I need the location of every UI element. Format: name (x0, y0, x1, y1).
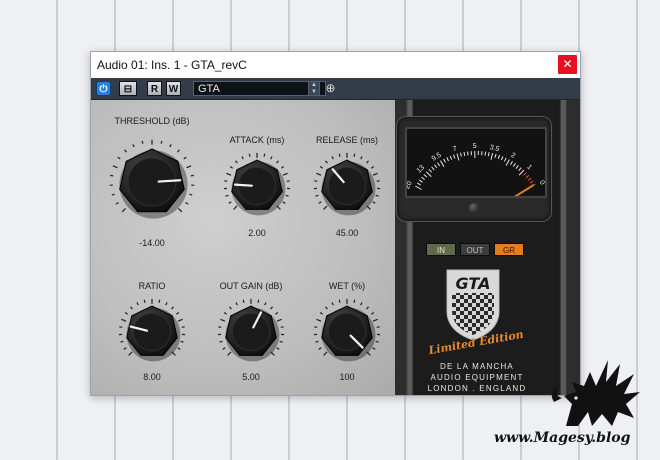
power-button[interactable]: ⏻ (96, 81, 111, 96)
bypass-button[interactable]: ⊟ (119, 81, 137, 96)
preset-menu-button[interactable]: ⊕ (323, 81, 338, 96)
power-icon: ⏻ (99, 84, 108, 95)
read-automation-button[interactable]: R (147, 81, 162, 96)
meter-scale-label: 2 (510, 152, 517, 160)
meter-scale-label: 20 (407, 180, 414, 190)
window-titlebar[interactable]: Audio 01: Ins. 1 - GTA_revC ✕ (91, 52, 580, 78)
plugin-window: Audio 01: Ins. 1 - GTA_revC ✕ ⏻ ⊟ R W GT… (90, 51, 581, 396)
gta-logo: GTA (446, 269, 500, 341)
meter-scale-label: 3.5 (489, 144, 500, 153)
wet-knob[interactable] (311, 296, 383, 368)
meter-scale-label: 7 (452, 145, 458, 153)
meter-gr-button[interactable]: GR (494, 243, 524, 256)
up-down-arrows-icon: ▲ ▼ (311, 82, 317, 95)
meter-zero-screw[interactable] (469, 203, 479, 213)
watermark-text: www.Magesy.blog (494, 430, 631, 446)
attack-label: ATTACK (ms) (229, 135, 285, 145)
control-panel: THRESHOLD (dB) -14.00 ATTACK (ms) 2.00 R… (91, 100, 395, 395)
plugin-interface: THRESHOLD (dB) -14.00 ATTACK (ms) 2.00 R… (91, 100, 580, 395)
ratio-label: RATIO (138, 281, 166, 291)
release-label: RELEASE (ms) (315, 135, 379, 145)
meter-rack: 20 13 9.5 7 5 3.5 2 1 0 IN OUT GR GTA Li… (395, 100, 580, 395)
plugin-toolbar: ⏻ ⊟ R W GTA ▲ ▼ ⊕ (91, 78, 580, 100)
preset-stepper[interactable]: ▲ ▼ (308, 81, 320, 96)
release-knob[interactable] (311, 150, 383, 222)
vu-meter-scale: 20139.57 5 3.5210 (404, 143, 546, 222)
dragon-icon (551, 360, 640, 426)
out-gain-label: OUT GAIN (dB) (219, 281, 283, 291)
vu-meter: 20 13 9.5 7 5 3.5 2 1 0 (396, 116, 552, 222)
wet-label: WET (%) (328, 281, 366, 291)
globe-icon: ⊕ (325, 81, 336, 95)
meter-scale-label: 1 (525, 164, 533, 172)
company-line-3: LONDON . ENGLAND (427, 384, 527, 393)
wet-value: 100 (339, 372, 355, 382)
bypass-icon: ⊟ (123, 84, 133, 95)
release-value: 45.00 (335, 228, 359, 238)
threshold-label: THRESHOLD (dB) (114, 116, 190, 126)
threshold-knob[interactable] (106, 136, 198, 228)
meter-out-button[interactable]: OUT (460, 243, 490, 256)
meter-scale-label: 0 (538, 179, 545, 186)
close-icon: ✕ (562, 57, 573, 71)
meter-scale-label: 5 (473, 143, 477, 150)
window-title: Audio 01: Ins. 1 - GTA_revC (97, 58, 247, 72)
vu-meter-face: 20 13 9.5 7 5 3.5 2 1 0 (404, 127, 547, 222)
write-automation-button[interactable]: W (166, 81, 181, 96)
ratio-knob[interactable] (116, 296, 188, 368)
meter-in-button[interactable]: IN (426, 243, 456, 256)
attack-knob[interactable] (221, 150, 293, 222)
gta-logo-text: GTA (456, 274, 491, 293)
company-line-1: DE LA MANCHA (440, 362, 514, 371)
company-line-2: AUDIO EQUIPMENT (430, 373, 524, 382)
meter-scale-label: 13 (416, 164, 427, 175)
threshold-value: -14.00 (139, 238, 165, 248)
out-gain-value: 5.00 (242, 372, 260, 382)
out-gain-knob[interactable] (215, 296, 287, 368)
meter-needle (475, 184, 535, 222)
close-button[interactable]: ✕ (558, 55, 577, 74)
attack-value: 2.00 (248, 228, 266, 238)
preset-name-field[interactable]: GTA (193, 81, 326, 96)
ratio-value: 8.00 (143, 372, 161, 382)
